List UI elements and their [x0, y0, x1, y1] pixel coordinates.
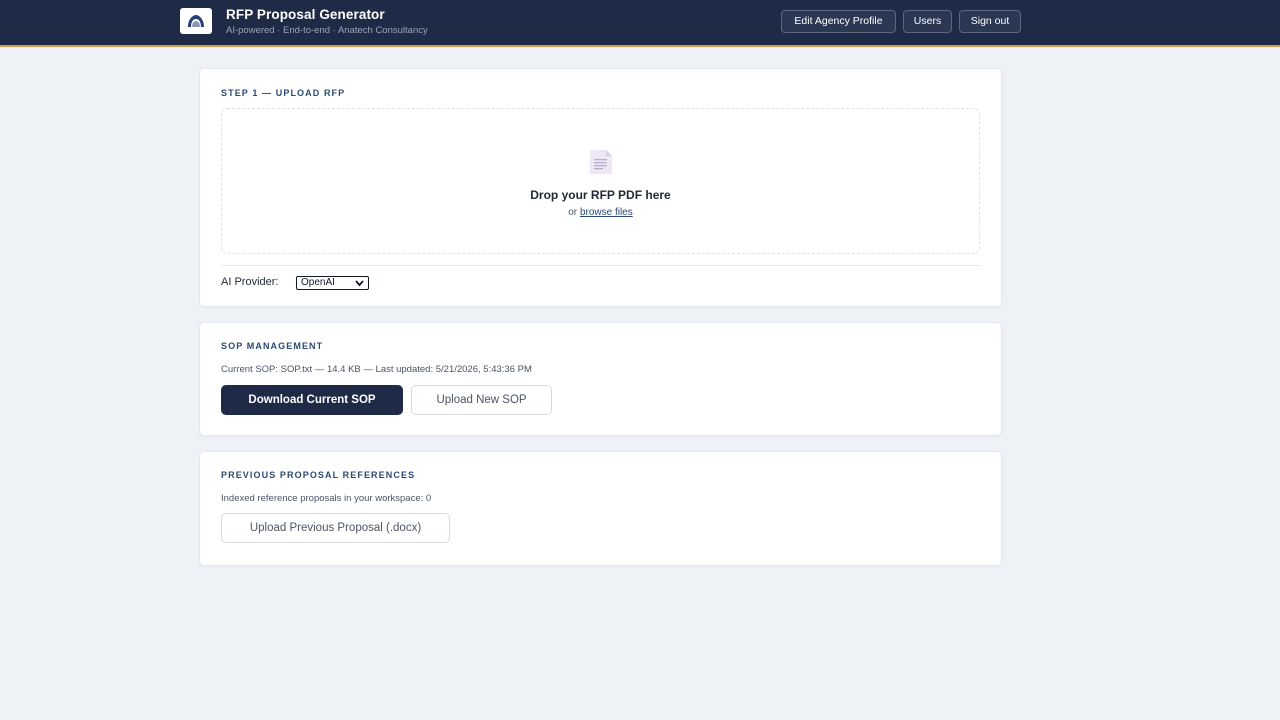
sop-section-title: SOP MANAGEMENT — [221, 341, 324, 351]
sign-out-button[interactable]: Sign out — [959, 10, 1021, 33]
app-subtitle: AI-powered · End-to-end · Anatech Consul… — [226, 25, 428, 36]
current-sop-info: Current SOP: SOP.txt — 14.4 KB — Last up… — [221, 364, 532, 375]
agency-logo-icon — [180, 8, 212, 34]
users-button[interactable]: Users — [903, 10, 952, 33]
browse-files-link[interactable]: browse files — [580, 207, 633, 218]
app-title: RFP Proposal Generator — [226, 7, 385, 22]
dropzone-subtext: or browse files — [222, 207, 979, 218]
upload-new-sop-button[interactable]: Upload New SOP — [411, 385, 552, 415]
top-header-bar: RFP Proposal Generator AI-powered · End-… — [0, 0, 1280, 47]
document-icon — [588, 149, 614, 175]
chevron-down-icon — [355, 278, 364, 288]
upload-section-title: STEP 1 — UPLOAD RFP — [221, 88, 346, 98]
edit-agency-profile-button[interactable]: Edit Agency Profile — [781, 10, 896, 33]
rfp-dropzone[interactable]: Drop your RFP PDF here or browse files — [221, 108, 980, 254]
upload-rfp-card: STEP 1 — UPLOAD RFP Drop your RFP PDF he… — [199, 68, 1002, 307]
previous-proposals-card: PREVIOUS PROPOSAL REFERENCES Indexed ref… — [199, 451, 1002, 566]
indexed-proposals-info: Indexed reference proposals in your work… — [221, 493, 432, 504]
references-section-title: PREVIOUS PROPOSAL REFERENCES — [221, 470, 416, 480]
ai-provider-selected-value: OpenAI — [301, 277, 335, 288]
sop-management-card: SOP MANAGEMENT Current SOP: SOP.txt — 14… — [199, 322, 1002, 436]
section-divider — [221, 265, 980, 266]
dropzone-or-text: or — [568, 207, 578, 218]
download-current-sop-button[interactable]: Download Current SOP — [221, 385, 403, 415]
upload-previous-proposal-button[interactable]: Upload Previous Proposal (.docx) — [221, 513, 450, 543]
dropzone-title: Drop your RFP PDF here — [530, 188, 671, 202]
ai-provider-label: AI Provider: — [221, 276, 279, 288]
ai-provider-select[interactable]: OpenAI — [296, 276, 369, 290]
